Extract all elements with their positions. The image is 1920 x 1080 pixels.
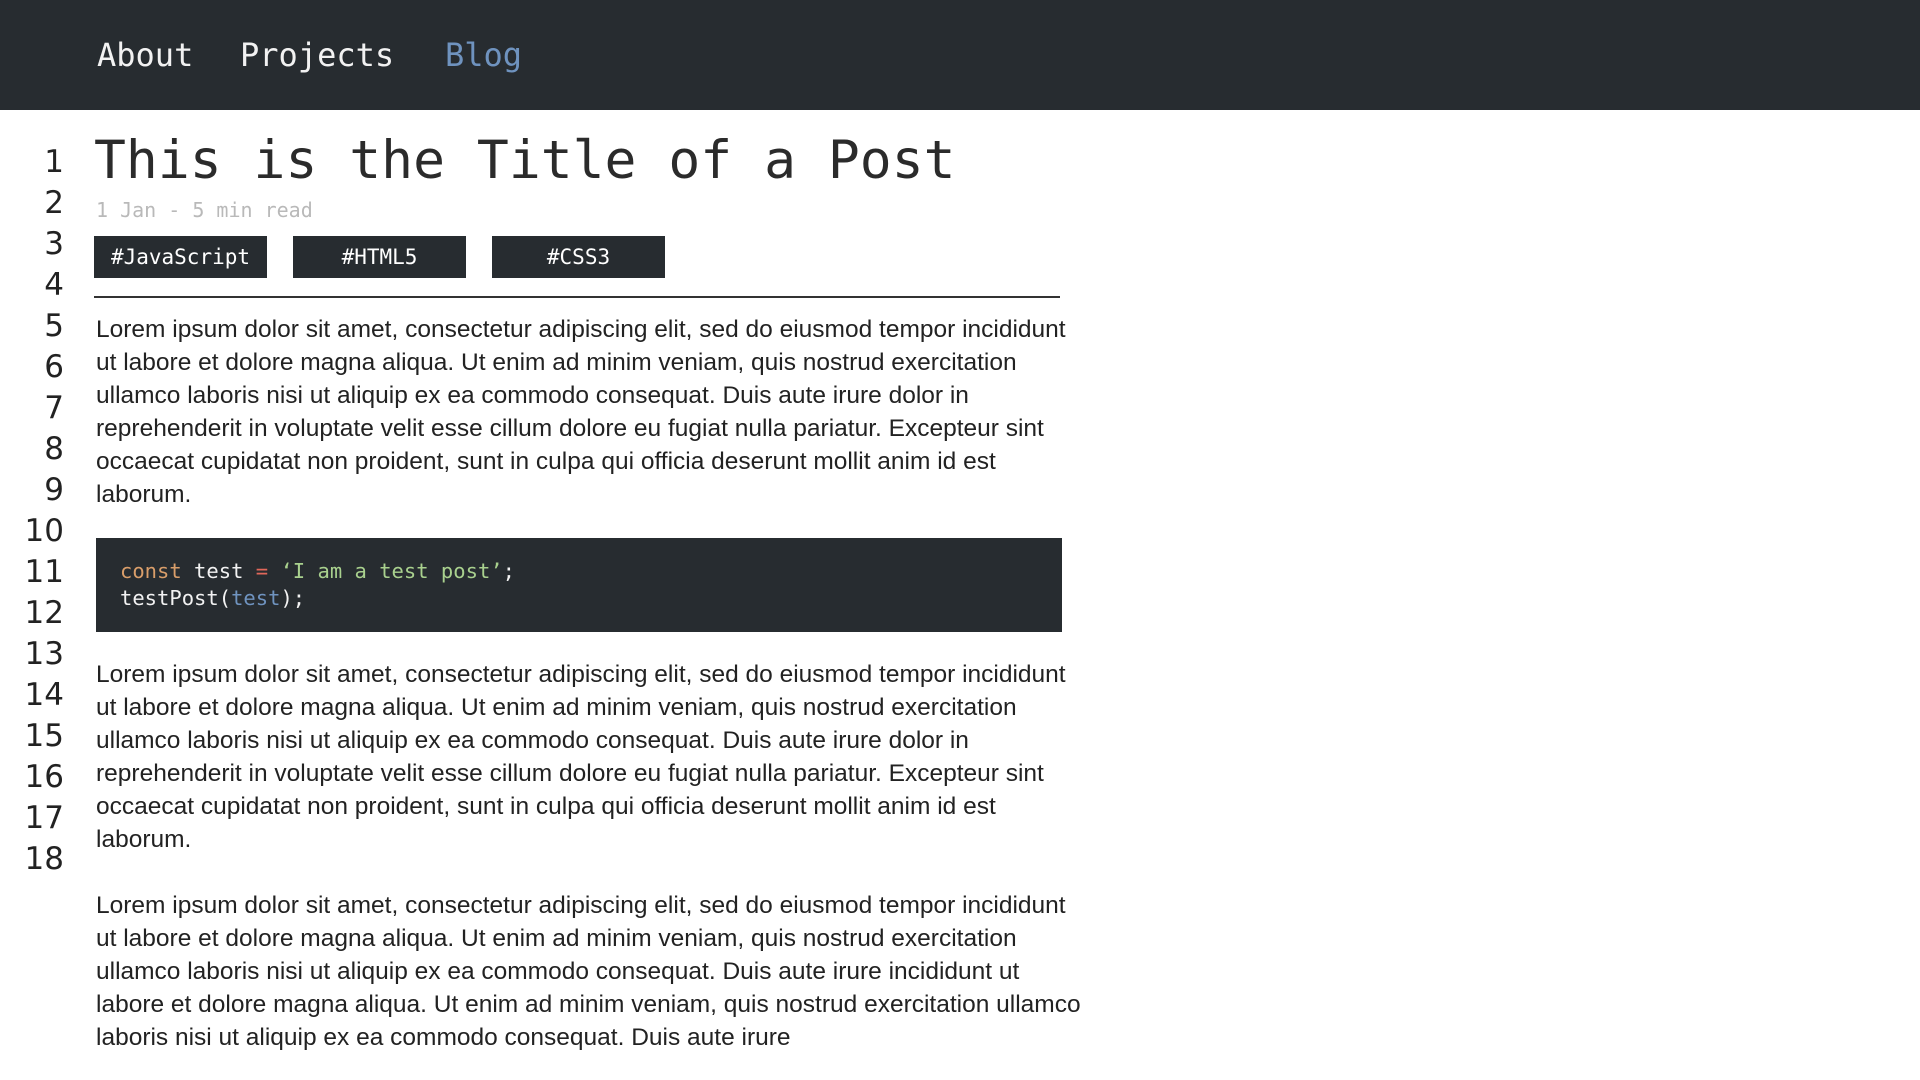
nav-link-about[interactable]: About bbox=[97, 0, 193, 110]
line-number: 17 bbox=[24, 800, 64, 836]
nav-link-blog[interactable]: Blog bbox=[445, 0, 522, 110]
line-number: 11 bbox=[24, 554, 64, 590]
code-variable: test bbox=[231, 586, 281, 610]
tag-css3[interactable]: #CSS3 bbox=[492, 236, 665, 278]
header-divider bbox=[94, 296, 1060, 298]
line-number: 4 bbox=[44, 267, 64, 303]
line-number: 15 bbox=[24, 718, 64, 754]
code-operator: = bbox=[255, 559, 269, 583]
line-number: 12 bbox=[24, 595, 64, 631]
tag-html5[interactable]: #HTML5 bbox=[293, 236, 466, 278]
line-number: 10 bbox=[24, 513, 64, 549]
line-number: 6 bbox=[44, 349, 64, 385]
line-number-gutter: 1 2 3 4 5 6 7 8 9 10 11 12 13 14 15 16 1… bbox=[0, 142, 64, 880]
line-number: 1 bbox=[44, 144, 64, 180]
line-number: 8 bbox=[44, 431, 64, 467]
post-title: This is the Title of a Post bbox=[94, 130, 956, 191]
code-string: ‘I am a test post’ bbox=[268, 559, 503, 583]
tag-javascript[interactable]: #JavaScript bbox=[94, 236, 267, 278]
post-meta: 1 Jan - 5 min read bbox=[96, 198, 313, 222]
line-number: 14 bbox=[24, 677, 64, 713]
line-number: 7 bbox=[44, 390, 64, 426]
post-paragraph: Lorem ipsum dolor sit amet, consectetur … bbox=[96, 661, 1066, 853]
line-number: 2 bbox=[44, 185, 64, 221]
top-navbar: About Projects Blog bbox=[0, 0, 1920, 110]
line-number: 9 bbox=[44, 472, 64, 508]
code-punctuation: ; bbox=[502, 559, 515, 583]
line-number: 13 bbox=[24, 636, 64, 672]
line-number: 18 bbox=[24, 841, 64, 877]
code-keyword: const bbox=[120, 559, 182, 583]
code-block: const test = ‘I am a test post’; testPost… bbox=[96, 538, 1062, 632]
code-function-call: testPost( bbox=[120, 586, 232, 610]
post-paragraph: Lorem ipsum dolor sit amet, consectetur … bbox=[96, 316, 1066, 508]
line-number: 5 bbox=[44, 308, 64, 344]
code-identifier: test bbox=[181, 559, 256, 583]
line-number: 3 bbox=[44, 226, 64, 262]
nav-link-projects[interactable]: Projects bbox=[240, 0, 394, 110]
code-line: const test = ‘I am a test post’; bbox=[120, 558, 1038, 585]
code-line: testPost(test); bbox=[120, 585, 1038, 612]
line-number: 16 bbox=[24, 759, 64, 795]
code-punctuation: ); bbox=[280, 586, 306, 610]
post-paragraph: Lorem ipsum dolor sit amet, consectetur … bbox=[96, 892, 1081, 1051]
